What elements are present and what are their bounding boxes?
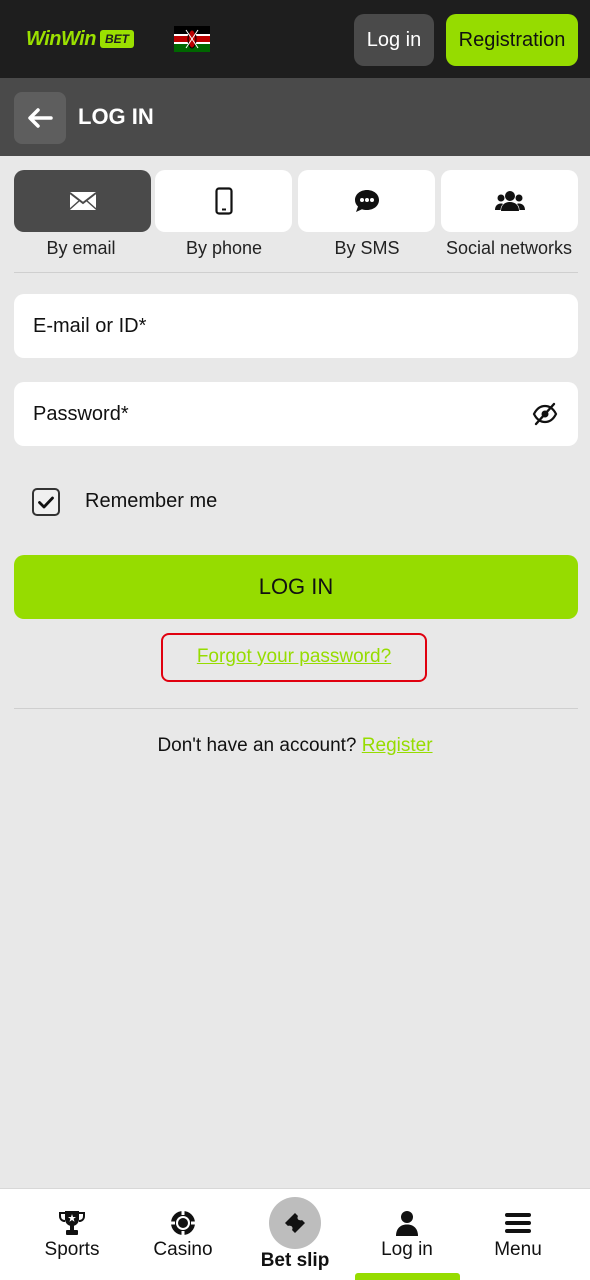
tab-by-email[interactable] [14, 170, 151, 232]
arrow-left-icon [28, 108, 53, 128]
nav-bet-slip[interactable]: Bet slip [239, 1189, 351, 1280]
no-account-prompt: Don't have an account? Register [0, 735, 590, 757]
nav-sports-label: Sports [44, 1239, 100, 1260]
page-header: LOG IN [0, 78, 590, 156]
nav-casino-label: Casino [153, 1239, 213, 1260]
tab-by-sms[interactable] [298, 170, 435, 232]
tab-social-networks-label[interactable]: Social networks [434, 238, 584, 259]
nav-casino[interactable]: Casino [127, 1189, 239, 1280]
login-submit-button[interactable]: LOG IN [14, 555, 578, 619]
no-account-text: Don't have an account? [157, 735, 357, 756]
divider [14, 708, 578, 709]
nav-bet-slip-label: Bet slip [260, 1250, 330, 1271]
tab-by-email-label[interactable]: By email [6, 238, 156, 259]
nav-sports[interactable]: Sports [16, 1189, 128, 1280]
tab-social-networks[interactable] [441, 170, 578, 232]
email-field[interactable] [14, 294, 578, 358]
header-registration-button[interactable]: Registration [446, 14, 578, 66]
envelope-icon [68, 192, 97, 210]
password-input[interactable] [14, 382, 578, 446]
user-icon [396, 1211, 418, 1236]
logo-text: WinWin [26, 27, 96, 50]
eye-slash-icon[interactable] [532, 402, 558, 426]
ticket-icon [285, 1213, 305, 1233]
checkmark-icon [38, 496, 54, 508]
remember-me-checkbox[interactable] [32, 488, 60, 516]
logo-badge: BET [99, 30, 134, 48]
nav-log-in[interactable]: Log in [351, 1189, 463, 1280]
back-button[interactable] [14, 92, 66, 144]
tab-by-sms-label[interactable]: By SMS [292, 238, 442, 259]
hamburger-icon [505, 1213, 531, 1233]
page-title: LOG IN [78, 104, 154, 129]
top-bar: WinWin BET Log in Registration [0, 0, 590, 78]
bet-slip-circle [269, 1197, 321, 1249]
forgot-password-link[interactable]: Forgot your password? [161, 646, 427, 668]
header-login-button[interactable]: Log in [354, 14, 434, 66]
register-link[interactable]: Register [362, 735, 433, 756]
divider [14, 272, 578, 273]
nav-log-in-label: Log in [381, 1239, 433, 1260]
active-tab-indicator [355, 1273, 460, 1280]
remember-me-label[interactable]: Remember me [85, 490, 217, 513]
email-input[interactable] [14, 294, 578, 358]
smartphone-icon [214, 187, 233, 215]
nav-menu-label: Menu [494, 1239, 542, 1260]
winwin-logo[interactable]: WinWin BET [26, 28, 134, 50]
chat-bubble-icon [354, 190, 379, 212]
tab-by-phone-label[interactable]: By phone [149, 238, 299, 259]
tab-by-phone[interactable] [155, 170, 292, 232]
users-icon [494, 191, 525, 211]
bottom-navigation: Sports Casino Bet slip Log in Menu [0, 1188, 590, 1280]
trophy-icon [59, 1211, 85, 1235]
password-field[interactable] [14, 382, 578, 446]
casino-chip-icon [171, 1211, 195, 1235]
nav-menu[interactable]: Menu [462, 1189, 574, 1280]
kenya-flag-icon[interactable] [174, 26, 210, 52]
